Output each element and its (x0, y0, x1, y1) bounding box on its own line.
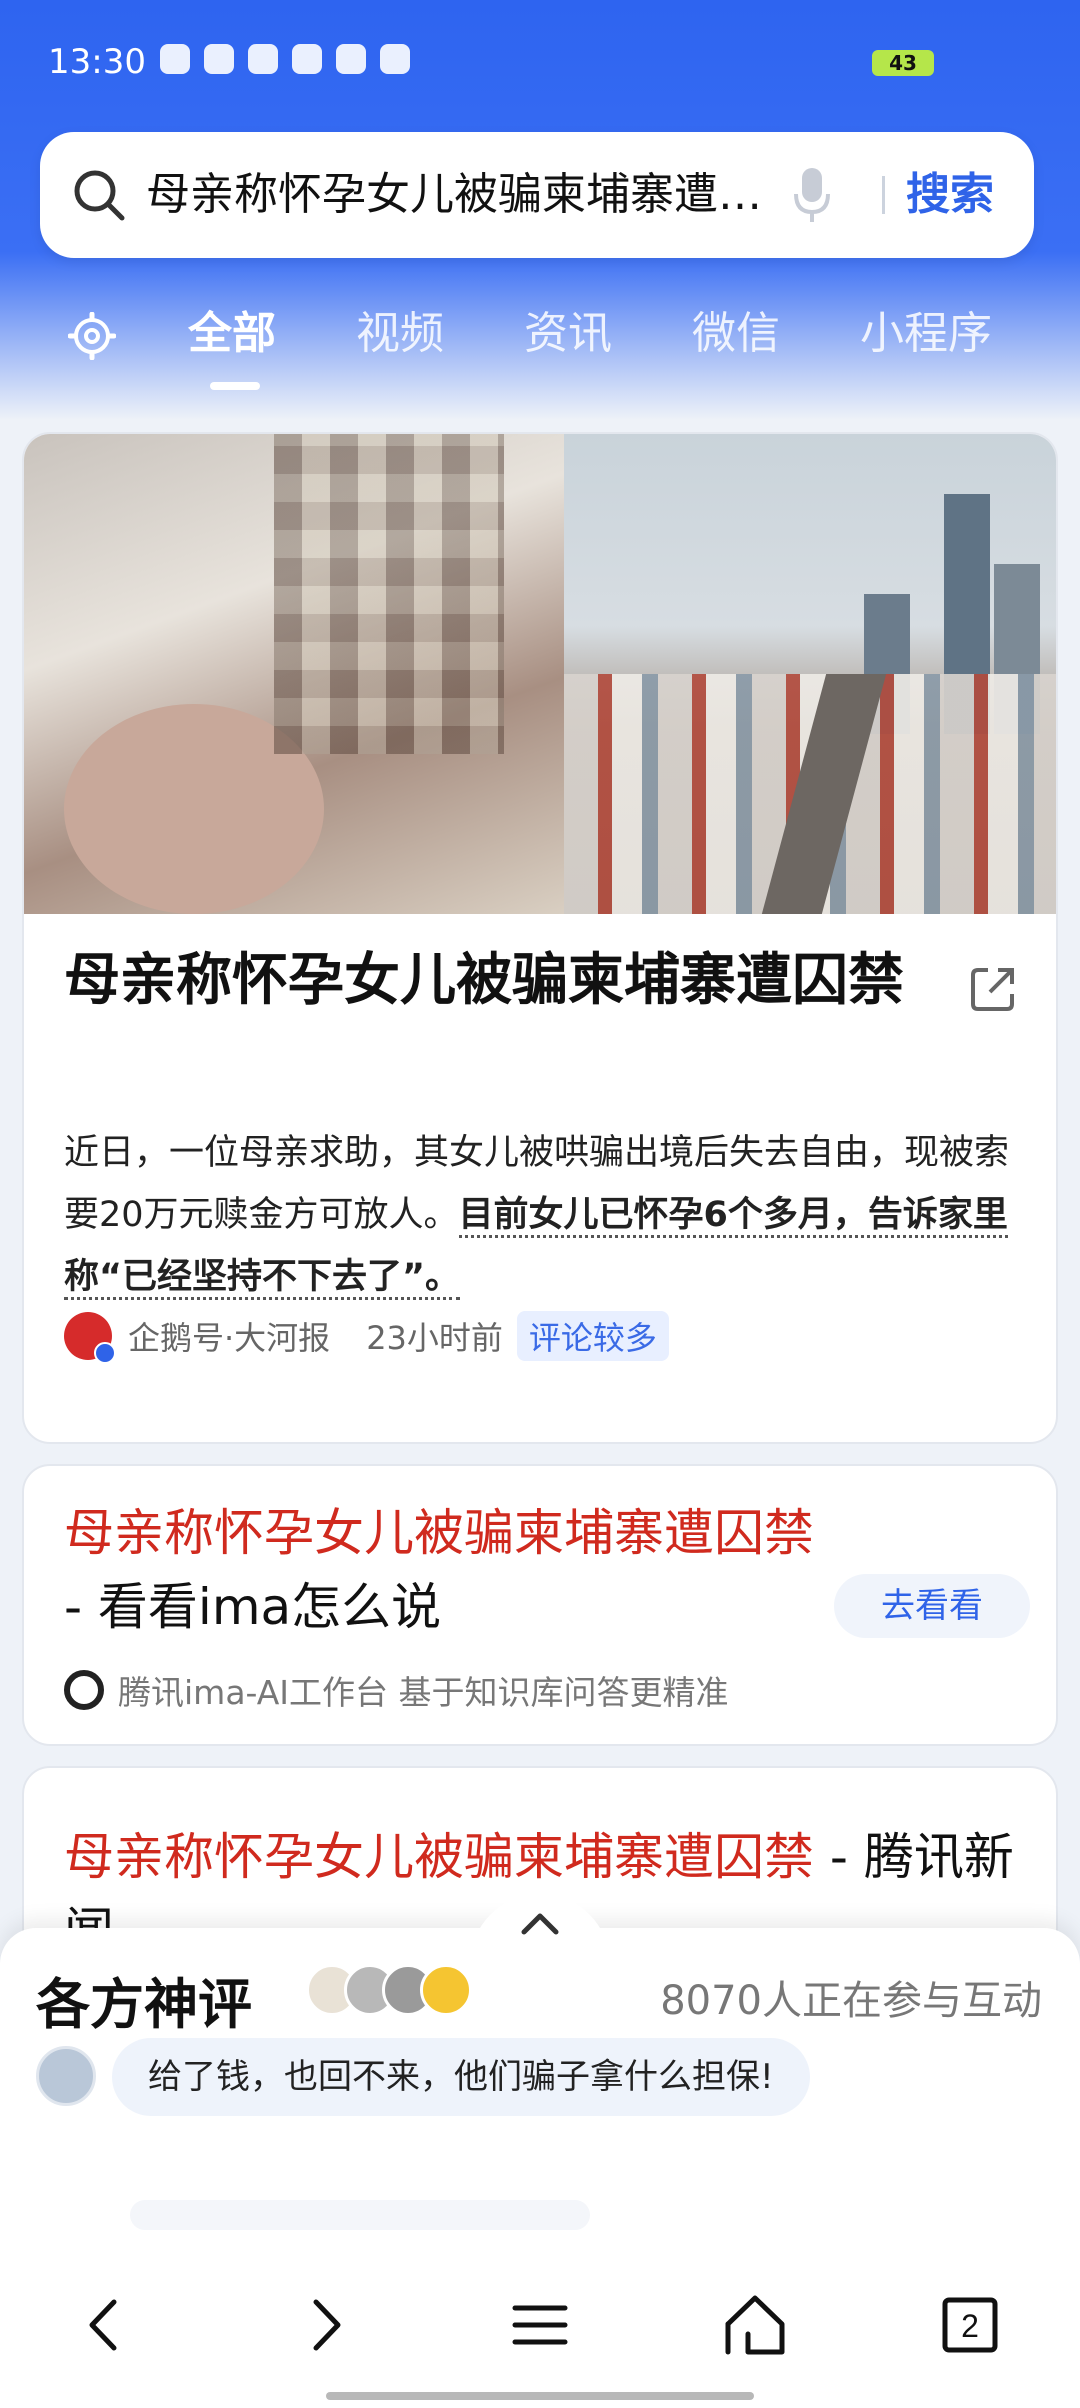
gesture-bar[interactable] (326, 2392, 754, 2400)
status-bar: 13:30 43 (0, 0, 1080, 120)
back-icon[interactable] (70, 2290, 140, 2360)
title-keyword: 母亲称怀孕女儿被骗柬埔寨遭囚禁 (64, 1828, 814, 1886)
chevron-up-icon[interactable] (518, 1908, 562, 1938)
qq-icon (204, 44, 234, 74)
search-divider (882, 176, 885, 214)
menu-icon[interactable] (505, 2290, 575, 2360)
result-title[interactable]: 母亲称怀孕女儿被骗柬埔寨遭囚禁 (64, 946, 954, 1016)
tabs-count: 2 (961, 2308, 979, 2344)
app-icon (292, 44, 322, 74)
battery-indicator: 43 (872, 50, 934, 76)
comment-placeholder (130, 2200, 590, 2230)
go-see-button[interactable]: 去看看 (834, 1574, 1030, 1638)
result-card-main[interactable]: 母亲称怀孕女儿被骗柬埔寨遭囚禁 近日，一位母亲求助，其女儿被哄骗出境后失去自由，… (22, 432, 1058, 1444)
result-source: 腾讯ima-AI工作台 基于知识库问答更精准 (64, 1666, 729, 1714)
avatar (420, 1964, 472, 2016)
image-mosaic (274, 434, 504, 754)
commenter-avatar (36, 2046, 96, 2106)
category-tabs: 全部 视频 资讯 微信 小程序 (0, 290, 1080, 400)
panel-title: 各方神评 (36, 1973, 252, 2036)
tab-news[interactable]: 资讯 (524, 302, 612, 366)
source-logo-icon (64, 1312, 116, 1364)
share-icon[interactable] (968, 964, 1018, 1014)
tab-video[interactable]: 视频 (356, 302, 444, 366)
tab-all[interactable]: 全部 (188, 302, 276, 366)
panda-icon (64, 1670, 104, 1710)
send-icon (336, 44, 366, 74)
participant-count: 8070人正在参与互动 (660, 1978, 1042, 2024)
source-text: 腾讯ima-AI工作台 基于知识库问答更精准 (118, 1673, 729, 1712)
result-image-city (564, 434, 1056, 914)
mic-icon[interactable] (792, 166, 832, 224)
search-input[interactable]: 母亲称怀孕女儿被骗柬埔寨遭囚禁 (146, 162, 766, 228)
status-time: 13:30 (48, 42, 146, 82)
wechat-icon (160, 44, 190, 74)
gear-icon[interactable] (68, 312, 116, 360)
search-button[interactable]: 搜索 (906, 162, 994, 228)
active-tab-indicator (210, 382, 260, 390)
notification-icons (160, 44, 410, 74)
result-image-blurred (24, 434, 564, 914)
result-summary: 近日，一位母亲求助，其女儿被哄骗出境后失去自由，现被索要20万元赎金方可放人。目… (64, 1122, 1024, 1308)
participant-avatars (306, 1964, 472, 2016)
title-keyword: 母亲称怀孕女儿被骗柬埔寨遭囚禁 (64, 1504, 814, 1562)
search-bar[interactable]: 母亲称怀孕女儿被骗柬埔寨遭囚禁 搜索 (40, 132, 1034, 258)
comments-badge: 评论较多 (516, 1311, 669, 1361)
result-title[interactable]: 母亲称怀孕女儿被骗柬埔寨遭囚禁 - 看看ima怎么说 (64, 1496, 844, 1644)
message-icon (248, 44, 278, 74)
tab-miniprogram[interactable]: 小程序 (860, 302, 992, 366)
mail-icon (380, 44, 410, 74)
result-source[interactable]: 企鹅号·大河报 (128, 1313, 330, 1359)
tabs-icon[interactable]: 2 (935, 2290, 1005, 2360)
forward-icon[interactable] (290, 2290, 360, 2360)
search-icon (74, 170, 125, 221)
home-icon[interactable] (720, 2290, 790, 2360)
result-card-ima[interactable]: 母亲称怀孕女儿被骗柬埔寨遭囚禁 - 看看ima怎么说 去看看 腾讯ima-AI工… (22, 1464, 1058, 1746)
bottom-nav: 2 (0, 2268, 1080, 2378)
result-time: 23小时前 (366, 1319, 503, 1357)
tab-wechat[interactable]: 微信 (692, 302, 780, 366)
result-meta: 企鹅号·大河报 23小时前 评论较多 (64, 1310, 669, 1364)
title-suffix: - 看看ima怎么说 (64, 1578, 442, 1636)
comment-bubble[interactable]: 给了钱，也回不来，他们骗子拿什么担保! (112, 2038, 810, 2116)
